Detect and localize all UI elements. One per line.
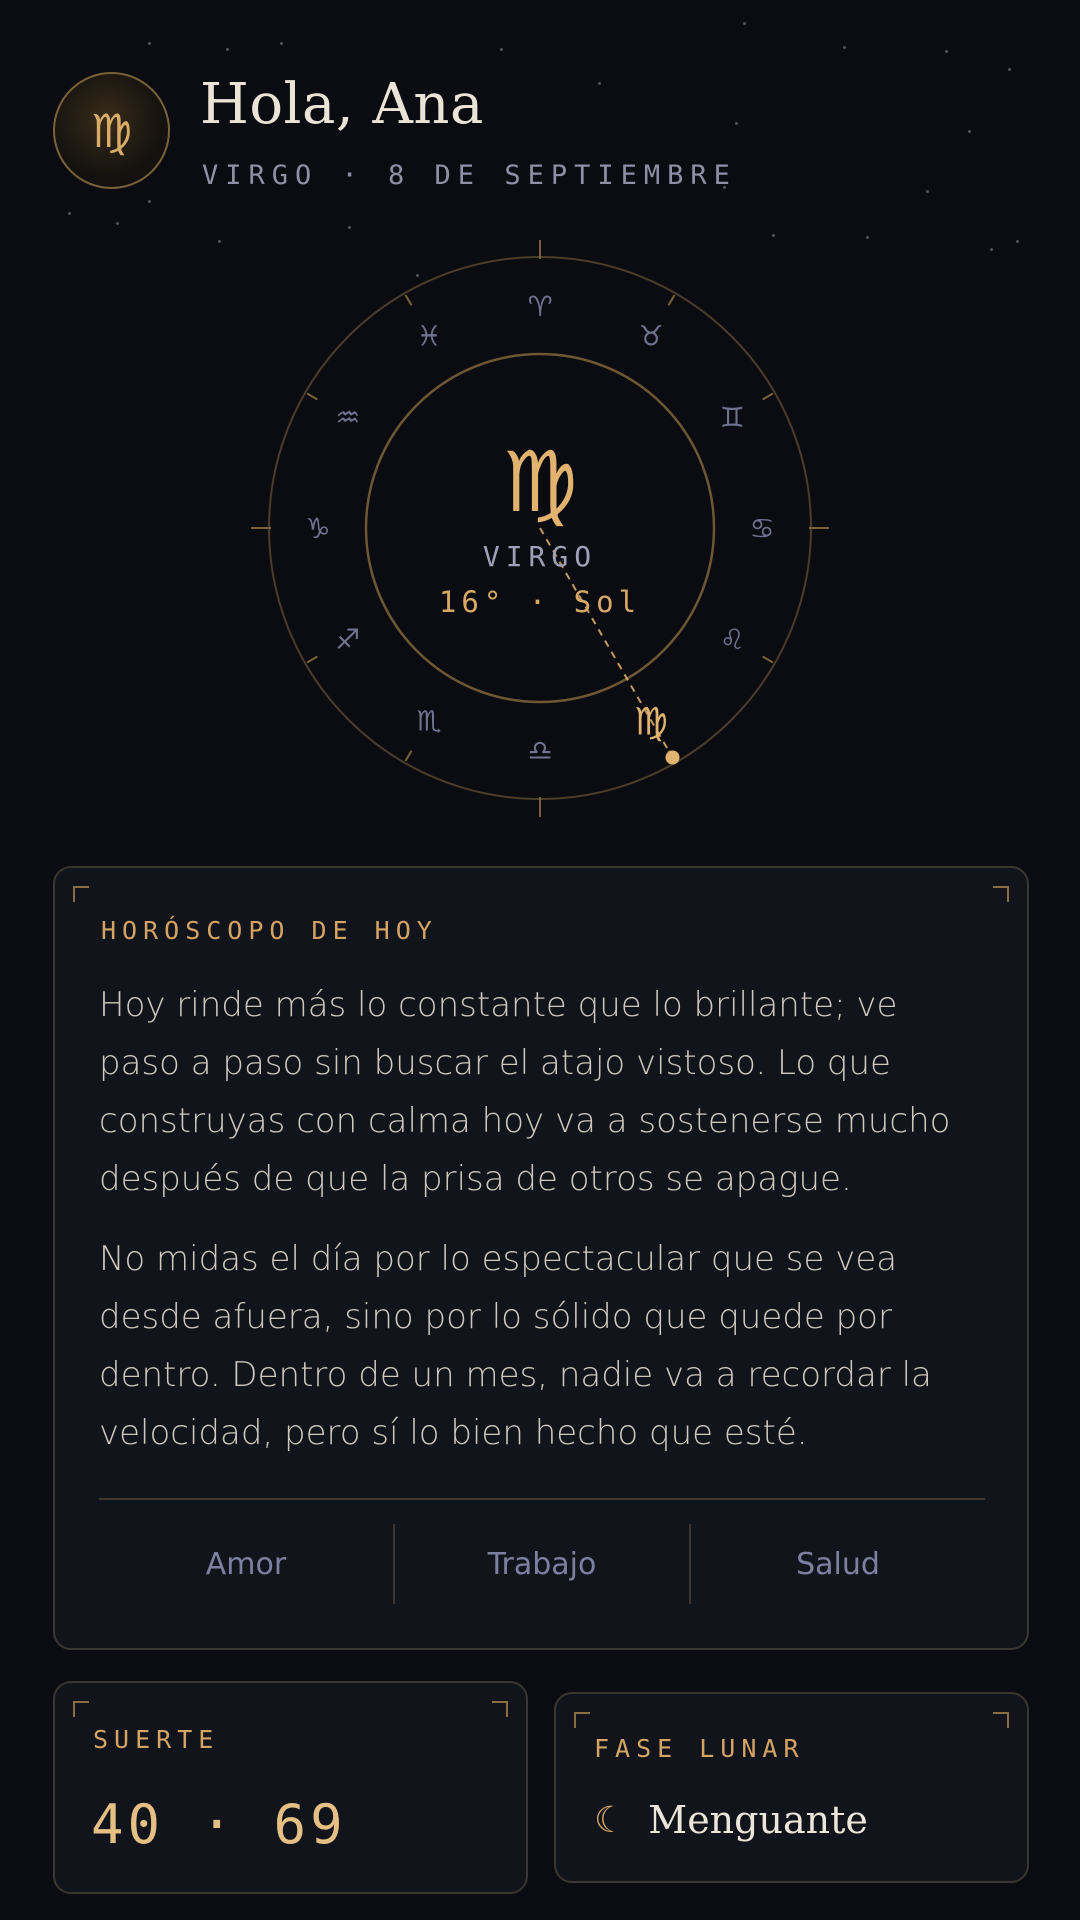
virgo-icon: ♍ [90,103,133,158]
center-virgo-icon: ♍ [502,433,578,531]
card-corner [73,886,89,902]
divider [99,1498,985,1500]
luck-label: SUERTE [93,1725,220,1754]
lucky-numbers: 40 · 69 [91,1793,347,1856]
taurus-icon: ♉ [638,320,663,353]
horoscope-paragraph: Hoy rinde más lo constante que lo brilla… [99,985,951,1199]
scorpio-icon: ♏ [416,704,441,737]
horoscope-tabs: Amor Trabajo Salud [99,1524,985,1604]
card-corner [492,1701,508,1717]
aquarius-icon: ♒ [335,401,360,434]
card-corner [993,1712,1009,1728]
crescent-moon-icon: ☾ [594,1799,627,1841]
moon-phase-label: FASE LUNAR [594,1734,805,1763]
center-sign-detail: 16° · Sol [438,585,642,619]
card-corner [993,886,1009,902]
pisces-icon: ♓ [416,320,441,353]
tab-amor[interactable]: Amor [99,1524,393,1604]
wheel-tick [306,392,318,401]
tab-trabajo[interactable]: Trabajo [395,1524,689,1604]
tab-salud[interactable]: Salud [691,1524,985,1604]
card-corner [73,1701,89,1717]
horoscope-card: HORÓSCOPO DE HOY Hoy rinde más lo consta… [53,866,1029,1650]
wheel-tick [667,294,676,306]
sun-position-marker [665,750,680,765]
wheel-tick [404,294,413,306]
wheel-tick [404,750,413,762]
wheel-tick [762,655,774,664]
wheel-tick [762,392,774,401]
horoscope-text: Hoy rinde más lo constante que lo brilla… [99,976,989,1484]
horoscope-label: HORÓSCOPO DE HOY [101,916,438,945]
sagittarius-icon: ♐ [335,623,360,656]
zodiac-wheel: ♈♉♊♋♌♍♎♏♐♑♒♓ ♍ VIRGO 16° · Sol [0,239,1080,820]
avatar-virgo-icon[interactable]: ♍ [53,72,170,189]
leo-icon: ♌ [720,623,745,656]
moon-phase-card[interactable]: FASE LUNAR ☾ Menguante [554,1692,1029,1883]
libra-icon: ♎ [527,734,552,767]
moon-phase-value: Menguante [648,1798,868,1842]
wheel-tick [306,655,318,664]
greeting-title: Hola, Ana [200,72,484,137]
moon-phase-row: ☾ Menguante [594,1798,868,1842]
luck-card[interactable]: SUERTE 40 · 69 [53,1681,528,1894]
aries-icon: ♈ [527,290,552,323]
sign-date-subtitle: VIRGO · 8 DE SEPTIEMBRE [202,160,737,191]
center-sign-name: VIRGO [482,540,598,573]
card-corner [574,1712,590,1728]
gemini-icon: ♊ [720,401,745,434]
horoscope-paragraph: No midas el día por lo espectacular que … [99,1239,932,1453]
